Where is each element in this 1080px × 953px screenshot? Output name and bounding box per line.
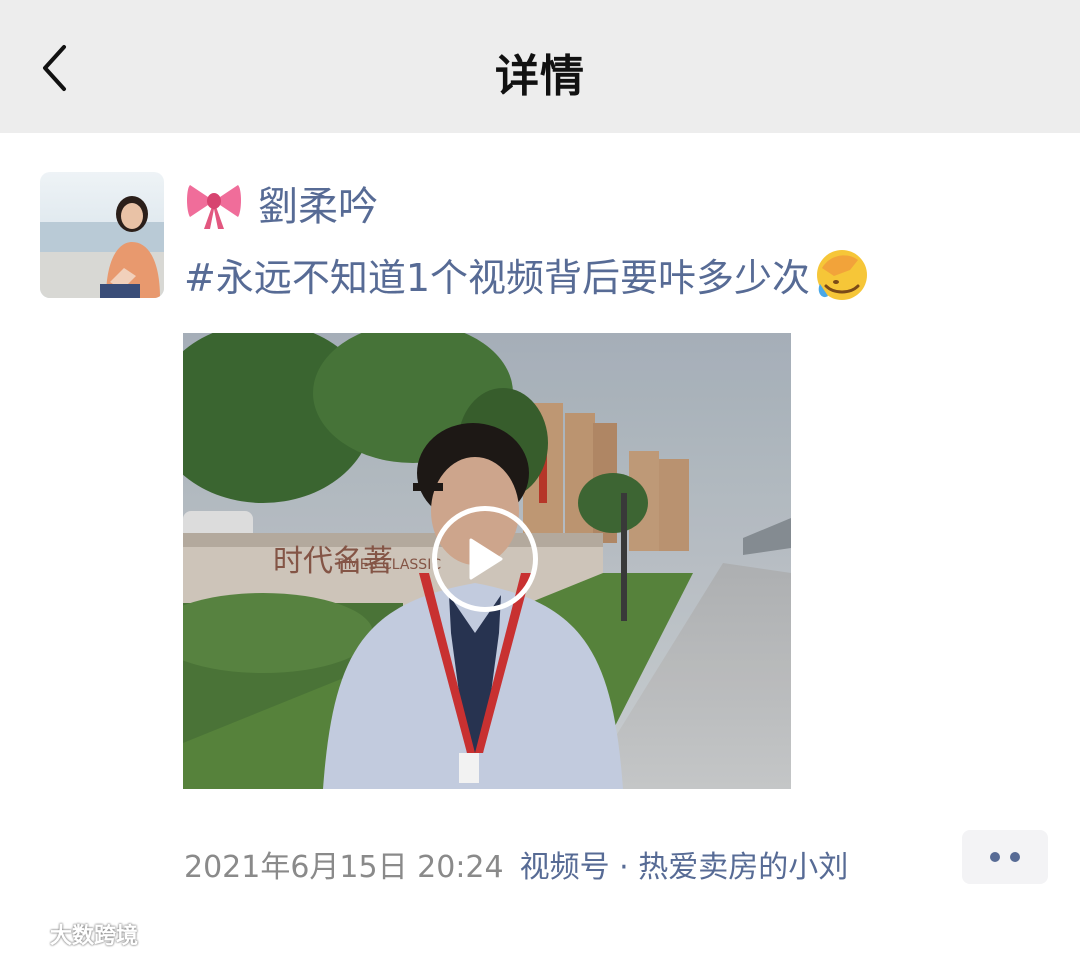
author-avatar[interactable]: [40, 172, 164, 298]
post-timestamp: 2021年6月15日 20:24: [184, 850, 504, 885]
watermark: 大数跨境: [10, 918, 138, 950]
author-name: 劉柔吟: [258, 184, 378, 230]
top-navigation-bar: 详情: [0, 0, 1080, 133]
post-hashtag-text: #永远不知道1个视频背后要咔多少次: [184, 255, 811, 300]
ribbon-bow-emoji: [187, 185, 241, 229]
watermark-logo-icon: [10, 924, 46, 944]
channel-link[interactable]: 视频号 · 热爱卖房的小刘: [520, 842, 849, 886]
watermark-text: 大数跨境: [50, 924, 139, 949]
page-title: 详情: [495, 51, 585, 102]
post-text[interactable]: #永远不知道1个视频背后要咔多少次: [184, 246, 870, 302]
more-dots-icon: [990, 852, 1000, 862]
facepalm-emoji: [817, 250, 868, 300]
play-button[interactable]: [432, 506, 538, 612]
author-row[interactable]: 劉柔吟: [186, 170, 378, 236]
more-dots-icon-dot: [1010, 852, 1020, 862]
more-actions-button[interactable]: [962, 830, 1048, 884]
play-icon: [469, 538, 503, 580]
post-meta: 2021年6月15日 20:24 视频号 · 热爱卖房的小刘: [184, 842, 848, 886]
